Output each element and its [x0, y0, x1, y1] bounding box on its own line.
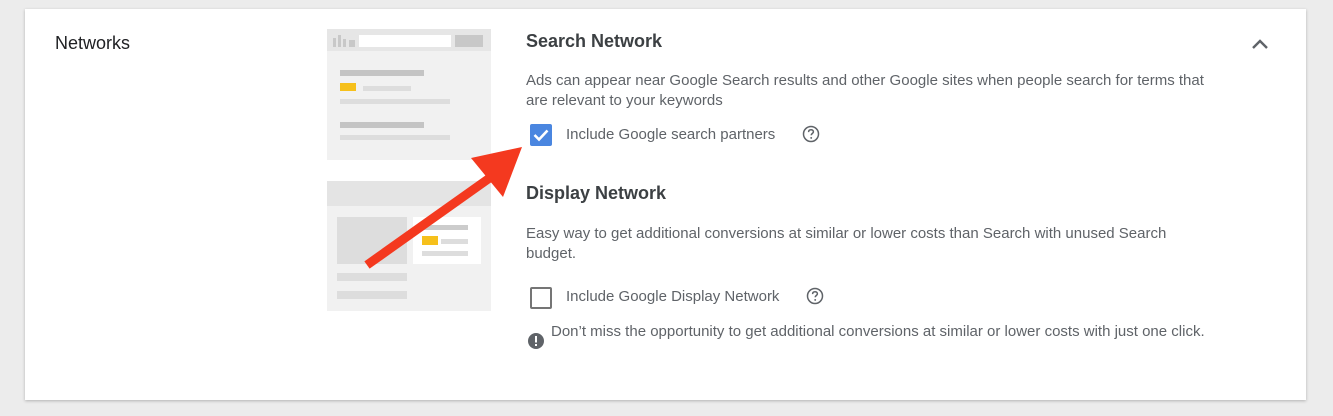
search-network-illustration	[327, 29, 491, 160]
search-partners-checkbox[interactable]	[530, 124, 552, 146]
alert-circle-icon	[527, 332, 545, 350]
help-circle-icon[interactable]	[806, 287, 824, 305]
search-partners-label[interactable]: Include Google search partners	[566, 126, 775, 143]
section-title: Networks	[55, 33, 131, 53]
display-network-title: Display Network	[526, 183, 667, 203]
search-network-description: Ads can appear near Google Search result…	[526, 72, 1204, 109]
search-network-title: Search Network	[526, 31, 663, 51]
display-network-illustration	[327, 181, 491, 311]
display-network-description: Easy way to get additional conversions a…	[526, 225, 1167, 262]
collapse-button[interactable]	[1249, 35, 1271, 53]
display-network-checkbox[interactable]	[530, 287, 552, 309]
networks-card: Networks Search Network Ads can appear n…	[25, 9, 1306, 400]
display-network-notice: Don’t miss the opportunity to get additi…	[551, 323, 1205, 340]
help-circle-icon[interactable]	[802, 125, 820, 143]
check-icon	[533, 129, 549, 142]
chevron-up-icon	[1252, 39, 1268, 49]
display-network-label[interactable]: Include Google Display Network	[566, 288, 779, 305]
